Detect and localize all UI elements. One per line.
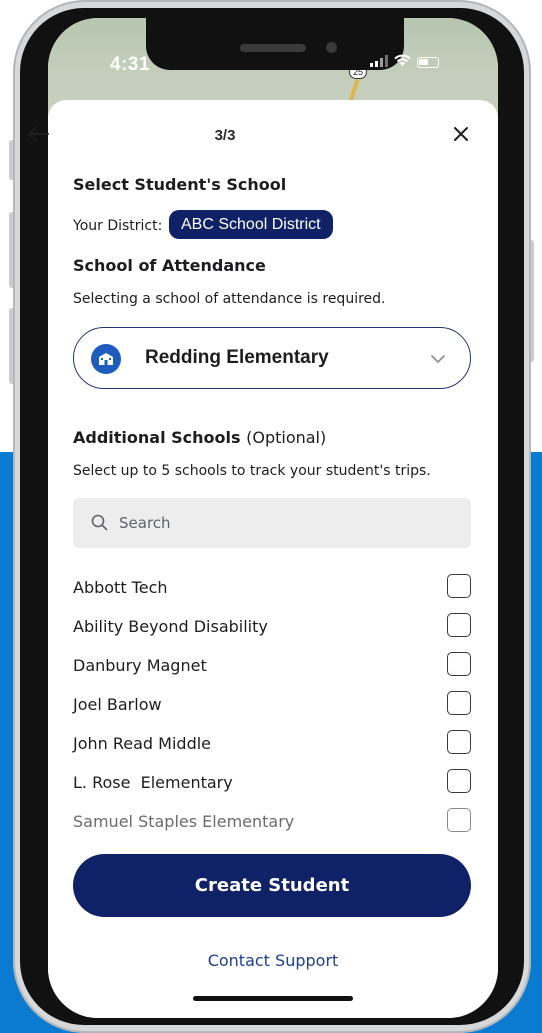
search-input[interactable] (119, 508, 449, 538)
school-option-label: Ability Beyond Disability (73, 617, 268, 636)
school-option-checkbox[interactable] (447, 808, 471, 832)
school-option-label: Danbury Magnet (73, 656, 207, 675)
cellular-signal-icon (370, 54, 388, 70)
additional-schools-note: Select up to 5 schools to track your stu… (73, 463, 431, 479)
list-item[interactable]: Abbott Tech (73, 573, 471, 603)
select-school-heading: Select Student's School (73, 175, 287, 194)
chevron-down-icon (430, 352, 446, 364)
attendance-note: Selecting a school of attendance is requ… (73, 291, 386, 307)
school-building-icon (91, 344, 121, 374)
step-counter: 3/3 (214, 127, 236, 144)
district-label: Your District: (73, 218, 163, 234)
school-option-label: Abbott Tech (73, 578, 168, 597)
status-icons (370, 54, 439, 70)
selected-school-name: Redding Elementary (145, 347, 329, 368)
school-option-label: John Read Middle (73, 734, 212, 753)
school-option-checkbox[interactable] (447, 574, 471, 598)
front-camera (326, 42, 337, 53)
list-item[interactable]: L. Rose Elementary (73, 768, 471, 798)
school-option-checkbox[interactable] (447, 769, 471, 793)
create-student-button[interactable]: Create Student (73, 854, 471, 917)
school-option-label: Joel Barlow (73, 695, 162, 714)
list-item[interactable]: John Read Middle (73, 729, 471, 759)
battery-icon (417, 56, 439, 68)
close-icon[interactable] (451, 124, 471, 144)
wifi-icon (394, 54, 411, 70)
list-item[interactable]: Danbury Magnet (73, 651, 471, 681)
speaker-grille (240, 44, 306, 52)
status-time: 4:31 (110, 54, 151, 75)
optional-tag: (Optional) (246, 428, 327, 447)
school-of-attendance-select[interactable]: Redding Elementary (73, 327, 471, 389)
contact-support-link[interactable]: Contact Support (48, 951, 498, 970)
list-item[interactable]: Samuel Staples Elementary (73, 807, 471, 837)
school-option-label: L. Rose Elementary (73, 773, 233, 792)
attendance-heading: School of Attendance (73, 256, 266, 275)
school-option-label: Samuel Staples Elementary (73, 812, 295, 831)
school-option-checkbox[interactable] (447, 691, 471, 715)
district-badge: ABC School District (169, 210, 333, 239)
school-option-checkbox[interactable] (447, 613, 471, 637)
list-item[interactable]: Joel Barlow (73, 690, 471, 720)
home-indicator (193, 996, 353, 1001)
additional-schools-title: Additional Schools (73, 428, 241, 447)
search-icon (91, 514, 108, 531)
additional-schools-heading: Additional Schools (Optional) (73, 428, 326, 447)
notch (146, 18, 404, 70)
search-box[interactable] (73, 498, 471, 548)
school-option-checkbox[interactable] (447, 730, 471, 754)
school-option-checkbox[interactable] (447, 652, 471, 676)
list-item[interactable]: Ability Beyond Disability (73, 612, 471, 642)
